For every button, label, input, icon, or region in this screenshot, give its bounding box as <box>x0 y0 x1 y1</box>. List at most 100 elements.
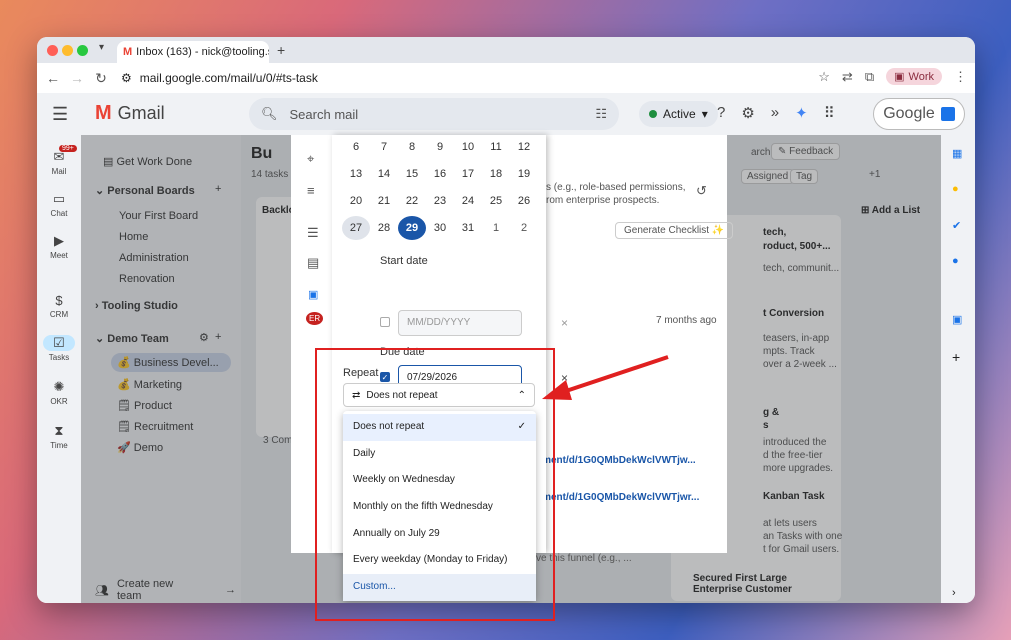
apps-grid-icon[interactable]: ⠿ <box>824 104 835 122</box>
start-date-checkbox[interactable] <box>380 317 390 327</box>
calendar-week: 20 21 22 23 24 25 26 <box>342 189 538 213</box>
rail-mail[interactable]: ✉ 99+ Mail <box>37 145 81 176</box>
google-account-button[interactable]: Google <box>873 98 965 130</box>
add-addon-icon[interactable]: + <box>952 349 960 365</box>
calendar-day[interactable]: 18 <box>482 162 510 186</box>
calendar-day[interactable]: 8 <box>398 135 426 159</box>
calendar-day[interactable]: 14 <box>370 162 398 186</box>
calendar-day[interactable]: 24 <box>454 189 482 213</box>
addons-icon[interactable]: » <box>771 104 779 122</box>
search-icon[interactable]: 🔍︎ <box>261 106 278 122</box>
calendar-day[interactable]: 15 <box>398 162 426 186</box>
gemini-icon[interactable]: ✦ <box>795 104 808 122</box>
browser-tab[interactable]: M Inbox (163) - nick@tooling.st × <box>117 41 269 63</box>
calendar-day[interactable]: 25 <box>482 189 510 213</box>
minimize-window-button[interactable] <box>62 45 73 56</box>
clear-start-date-icon[interactable]: × <box>561 316 568 330</box>
keep-icon[interactable]: ● <box>952 183 959 195</box>
calendar-day[interactable]: 1 <box>482 216 510 240</box>
calendar-day[interactable]: 26 <box>510 189 538 213</box>
history-icon[interactable]: ↺ <box>696 183 707 199</box>
repeat-select[interactable]: ⇄ Does not repeat ⌃ <box>343 383 535 407</box>
calendar-day[interactable]: 16 <box>426 162 454 186</box>
calendar-day-today[interactable]: 27 <box>342 216 370 240</box>
contacts-icon[interactable]: ● <box>952 255 959 267</box>
calendar-day[interactable]: 6 <box>342 135 370 159</box>
calendar-day[interactable]: 30 <box>426 216 454 240</box>
calendar-day[interactable]: 22 <box>398 189 426 213</box>
clear-due-date-icon[interactable]: × <box>561 371 568 385</box>
checklist-icon[interactable]: ☰ <box>307 225 319 241</box>
rail-okr[interactable]: ✺ OKR <box>37 379 81 406</box>
calendar-day[interactable]: 28 <box>370 216 398 240</box>
forward-icon[interactable]: → <box>65 70 89 86</box>
tag-icon[interactable]: ⌖ <box>307 151 314 167</box>
calendar-day[interactable]: 17 <box>454 162 482 186</box>
start-date-input[interactable]: MM/DD/YYYY <box>398 310 522 336</box>
repeat-selected-value: Does not repeat <box>366 389 438 401</box>
search-input[interactable]: Search mail <box>290 107 359 122</box>
site-info-icon[interactable]: ⚙ <box>121 71 132 85</box>
repeat-option-annually[interactable]: Annually on July 29 <box>343 521 536 548</box>
rail-chat[interactable]: ▭ Chat <box>37 191 81 218</box>
close-window-button[interactable] <box>47 45 58 56</box>
calendar-day[interactable]: 7 <box>370 135 398 159</box>
tasks-check-icon[interactable]: ✔ <box>952 219 961 232</box>
new-tab-icon[interactable]: + <box>277 42 285 58</box>
profile-label: Work <box>908 70 934 83</box>
bookmark-icon[interactable]: ☆ <box>818 69 830 85</box>
repeat-option-monthly[interactable]: Monthly on the fifth Wednesday <box>343 494 536 521</box>
back-icon[interactable]: ← <box>41 70 65 86</box>
assignee-avatar[interactable]: ER <box>306 312 324 325</box>
integration-icon[interactable]: ▣ <box>308 288 318 301</box>
repeat-option-custom[interactable]: Custom... <box>343 574 536 601</box>
calendar-day[interactable]: 2 <box>510 216 538 240</box>
generate-checklist-button[interactable]: Generate Checklist ✨ <box>615 222 734 239</box>
rail-meet[interactable]: ▶ Meet <box>37 233 81 260</box>
translate-icon[interactable]: ⇄ <box>842 69 853 85</box>
description-icon[interactable]: ≡ <box>307 183 315 198</box>
repeat-option-daily[interactable]: Daily <box>343 441 536 468</box>
maximize-window-button[interactable] <box>77 45 88 56</box>
calendar-day[interactable]: 23 <box>426 189 454 213</box>
calendar-day[interactable]: 10 <box>454 135 482 159</box>
calendar-day[interactable]: 9 <box>426 135 454 159</box>
tab-list-icon[interactable]: ▾ <box>99 42 104 53</box>
repeat-options-menu: Does not repeat ✓ Daily Weekly on Wednesd… <box>343 411 536 601</box>
rail-time[interactable]: ⧗ Time <box>37 423 81 450</box>
status-chip[interactable]: Active ▾ <box>639 101 718 127</box>
repeat-option-weekday[interactable]: Every weekday (Monday to Friday) <box>343 547 536 574</box>
calendar-day[interactable]: 31 <box>454 216 482 240</box>
calendar-day[interactable]: 19 <box>510 162 538 186</box>
attachment-link[interactable]: ument/d/1G0QMbDekWclVWTjwr... <box>536 492 699 503</box>
gmail-logo[interactable]: M Gmail <box>95 102 165 125</box>
calendar-day[interactable]: 21 <box>370 189 398 213</box>
due-date-checkbox[interactable]: ✓ <box>380 372 390 382</box>
help-icon[interactable]: ? <box>717 104 725 122</box>
rail-tasks[interactable]: ☑ Tasks <box>37 335 81 362</box>
repeat-option-weekly[interactable]: Weekly on Wednesday <box>343 467 536 494</box>
expand-panel-icon[interactable]: › <box>952 587 956 599</box>
calendar-day[interactable]: 13 <box>342 162 370 186</box>
calendar-day[interactable]: 12 <box>510 135 538 159</box>
main-menu-icon[interactable]: ☰ <box>52 104 68 125</box>
addon-icon[interactable]: ▣ <box>952 313 962 326</box>
calendar-icon[interactable]: ▦ <box>952 147 962 160</box>
profile-chip[interactable]: ▣ Work <box>886 68 942 85</box>
search-bar[interactable]: 🔍︎ Search mail ☷ <box>249 98 619 130</box>
attachment-link[interactable]: ument/d/1G0QMbDekWclVWTjw... <box>536 455 696 466</box>
extensions-icon[interactable]: ⧉ <box>865 69 874 85</box>
reload-icon[interactable]: ↻ <box>89 70 113 87</box>
repeat-option-does-not-repeat[interactable]: Does not repeat ✓ <box>343 414 536 441</box>
description-text: rom enterprise prospects. <box>546 195 660 206</box>
notes-icon[interactable]: ▤ <box>307 255 319 271</box>
calendar-day[interactable]: 20 <box>342 189 370 213</box>
calendar-day-selected[interactable]: 29 <box>398 216 426 240</box>
url-field[interactable]: ⚙ mail.google.com/mail/u/0/#ts-task <box>121 71 318 85</box>
active-dot-icon <box>649 110 657 118</box>
calendar-day[interactable]: 11 <box>482 135 510 159</box>
browser-menu-icon[interactable]: ⋮ <box>954 69 967 85</box>
search-options-icon[interactable]: ☷ <box>595 106 607 122</box>
settings-icon[interactable]: ⚙ <box>741 104 754 122</box>
rail-crm[interactable]: $ CRM <box>37 293 81 319</box>
